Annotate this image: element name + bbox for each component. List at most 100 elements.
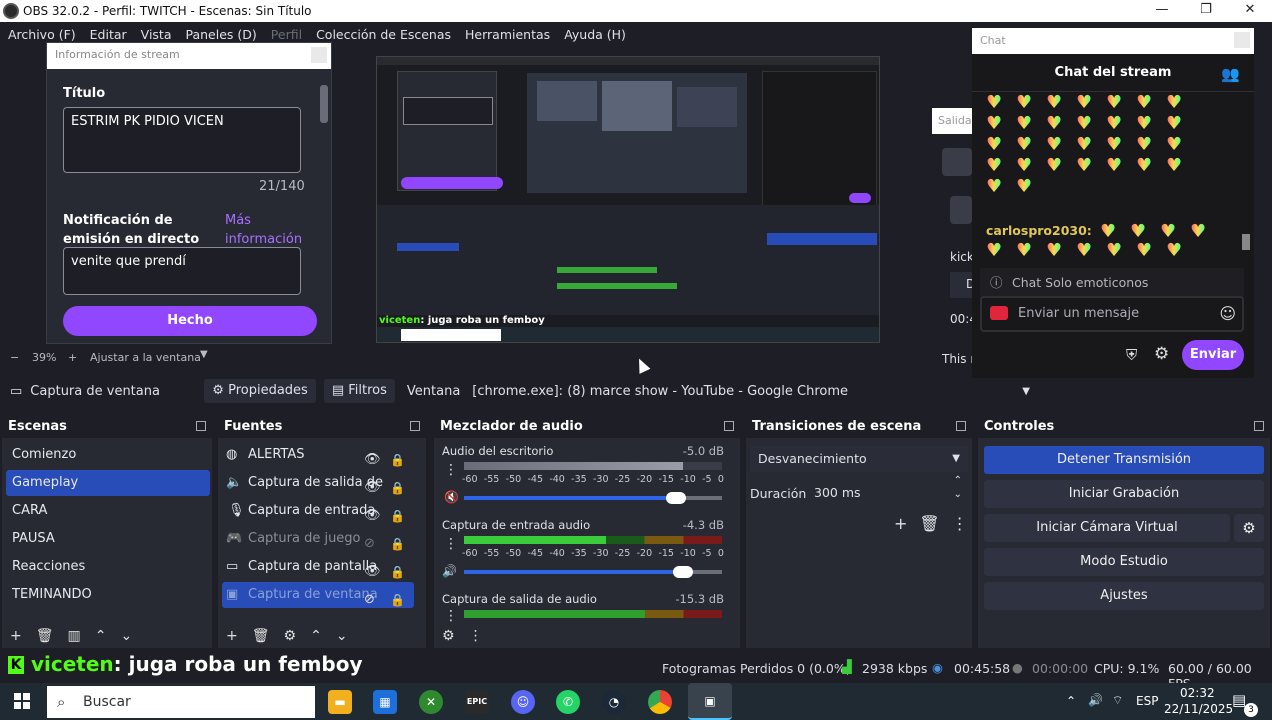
menu-help[interactable]: Ayuda (H) <box>564 27 626 42</box>
virtual-camera-button[interactable]: Iniciar Cámara Virtual <box>984 514 1230 542</box>
volume-icon[interactable]: 🔊 <box>1088 693 1103 707</box>
lock-icon[interactable]: 🔒 <box>390 558 405 586</box>
transition-select[interactable]: Desvanecimiento ▼ <box>750 446 968 472</box>
more-info-link[interactable]: Más información <box>225 211 305 249</box>
popout-icon[interactable] <box>410 421 420 431</box>
zoom-fit-dropdown[interactable]: Ajustar a la ventana <box>90 351 201 364</box>
eye-icon[interactable]: 👁 <box>364 446 381 474</box>
notification-input[interactable]: venite que prendí <box>63 247 301 295</box>
eye-icon[interactable]: 👁 <box>364 502 381 530</box>
source-item-selected[interactable]: ▣ Captura de ventana <box>222 582 414 608</box>
gear-icon[interactable]: ⚙ <box>284 628 297 644</box>
shield-icon[interactable]: ⛨ <box>1126 346 1137 364</box>
chrome-icon[interactable] <box>648 690 672 714</box>
zoom-out-button[interactable]: − <box>10 351 19 364</box>
add-icon[interactable]: + <box>10 628 22 644</box>
tray-chevron-up-icon[interactable]: ⌃ <box>1066 694 1076 708</box>
lock-icon[interactable]: 🔒 <box>390 474 405 502</box>
speaker-icon[interactable]: 🔊 <box>442 564 457 578</box>
send-button[interactable]: Enviar <box>1182 340 1244 370</box>
duration-input[interactable]: 300 ms ⌃ ⌄ <box>810 475 968 506</box>
lock-icon[interactable]: 🔒 <box>390 502 405 530</box>
scene-filter-icon[interactable]: ▥ <box>68 628 81 644</box>
scene-item[interactable]: CARA <box>6 498 210 524</box>
scene-item-selected[interactable]: Gameplay <box>6 470 210 496</box>
language-indicator[interactable]: ESP <box>1136 694 1158 708</box>
whatsapp-icon[interactable]: ✆ <box>556 690 580 714</box>
chevron-down-icon[interactable]: ▼ <box>200 349 208 360</box>
kebab-icon[interactable]: ⋮ <box>444 608 458 624</box>
menu-file[interactable]: Archivo (F) <box>8 27 76 42</box>
kebab-icon[interactable]: ⋮ <box>444 462 458 478</box>
chevron-up-icon[interactable]: ⌃ <box>310 628 322 644</box>
eye-icon[interactable]: 👁 <box>364 474 381 502</box>
volume-slider-handle[interactable] <box>665 492 686 504</box>
discord-icon[interactable]: ☺ <box>511 690 535 714</box>
zoom-in-button[interactable]: + <box>68 351 77 364</box>
source-item[interactable]: ◍ ALERTAS <box>222 442 414 468</box>
done-button[interactable]: Hecho <box>63 306 317 336</box>
stream-info-close-icon[interactable] <box>311 47 327 63</box>
minimize-button[interactable]: — <box>1140 0 1184 22</box>
users-icon[interactable]: 👥 <box>1221 65 1240 83</box>
trash-icon[interactable]: 🗑 <box>36 628 54 644</box>
close-button[interactable]: ✕ <box>1228 0 1272 22</box>
trash-icon[interactable]: 🗑 <box>252 628 270 644</box>
start-recording-button[interactable]: Iniciar Grabación <box>984 480 1264 508</box>
speaker-muted-icon[interactable]: 🔇 <box>444 490 459 504</box>
settings-button[interactable]: Ajustes <box>984 582 1264 610</box>
clock-time[interactable]: 02:32 <box>1180 686 1215 700</box>
gear-icon[interactable]: ⚙ <box>1154 344 1169 364</box>
source-item[interactable]: 🎙 Captura de entrada <box>222 498 414 524</box>
chat-close-icon[interactable] <box>1234 32 1250 48</box>
scene-item[interactable]: TEMINANDO <box>6 582 210 608</box>
source-item[interactable]: ▭ Captura de pantalla <box>222 554 414 580</box>
popout-icon[interactable] <box>724 421 734 431</box>
studio-mode-button[interactable]: Modo Estudio <box>984 548 1264 576</box>
popout-icon[interactable] <box>196 421 206 431</box>
epic-games-icon[interactable]: EPIC <box>465 690 489 714</box>
store-icon[interactable]: ▦ <box>373 690 397 714</box>
chat-scrollbar[interactable] <box>1242 234 1250 250</box>
advanced-audio-icon[interactable]: ⚙ <box>442 628 455 644</box>
obs-taskbar-icon[interactable]: ▣ <box>688 683 732 720</box>
add-icon[interactable]: + <box>226 628 238 644</box>
add-icon[interactable]: + <box>894 514 907 533</box>
kebab-icon[interactable]: ⋮ <box>444 536 458 552</box>
chevron-up-icon[interactable]: ⌃ <box>95 628 107 644</box>
wifi-icon[interactable]: ⌔ <box>1112 693 1123 708</box>
spinner-icon[interactable]: ⌃ ⌄ <box>954 474 962 502</box>
clock-date[interactable]: 22/11/2025 <box>1164 702 1233 716</box>
virtual-camera-gear-icon[interactable]: ⚙ <box>1234 514 1264 542</box>
volume-slider-handle[interactable] <box>673 566 694 578</box>
taskbar-search[interactable]: ⌕ Buscar <box>47 686 315 718</box>
windows-start-icon[interactable] <box>14 693 30 709</box>
eye-off-icon[interactable]: ⊘ <box>364 586 381 614</box>
properties-button[interactable]: ⚙ Propiedades <box>204 379 316 403</box>
eye-off-icon[interactable]: ⊘ <box>364 530 381 558</box>
scene-item[interactable]: PAUSA <box>6 526 210 552</box>
preview-canvas[interactable]: viceten: juga roba un femboy <box>376 56 880 343</box>
scene-item[interactable]: Comienzo <box>6 442 210 468</box>
chat-message-input[interactable]: Enviar un mensaje ☺ <box>980 296 1244 332</box>
kebab-icon[interactable]: ⋮ <box>952 514 968 533</box>
menu-view[interactable]: Vista <box>141 27 172 42</box>
chevron-down-icon[interactable]: ⌄ <box>336 628 348 644</box>
source-item[interactable]: 🎮 Captura de juego <box>222 526 414 552</box>
xbox-icon[interactable]: ✕ <box>419 690 443 714</box>
menu-docks[interactable]: Paneles (D) <box>186 27 257 42</box>
menu-tools[interactable]: Herramientas <box>465 27 550 42</box>
emoji-icon[interactable]: ☺ <box>1219 298 1236 330</box>
lock-icon[interactable]: 🔒 <box>390 446 405 474</box>
stream-info-scrollbar[interactable] <box>320 85 328 123</box>
stream-title-input[interactable]: ESTRIM PK PIDIO VICEN <box>63 107 301 173</box>
steam-icon[interactable]: ◔ <box>602 690 626 714</box>
maximize-button[interactable]: ❐ <box>1184 0 1228 22</box>
popout-icon[interactable] <box>956 421 966 431</box>
scene-item[interactable]: Reacciones <box>6 554 210 580</box>
chevron-down-icon[interactable]: ▼ <box>1022 386 1030 397</box>
stop-stream-button[interactable]: Detener Transmisión <box>984 446 1264 474</box>
file-explorer-icon[interactable]: ▬ <box>328 690 352 714</box>
volume-slider[interactable] <box>464 566 722 578</box>
eye-icon[interactable]: 👁 <box>364 558 381 586</box>
